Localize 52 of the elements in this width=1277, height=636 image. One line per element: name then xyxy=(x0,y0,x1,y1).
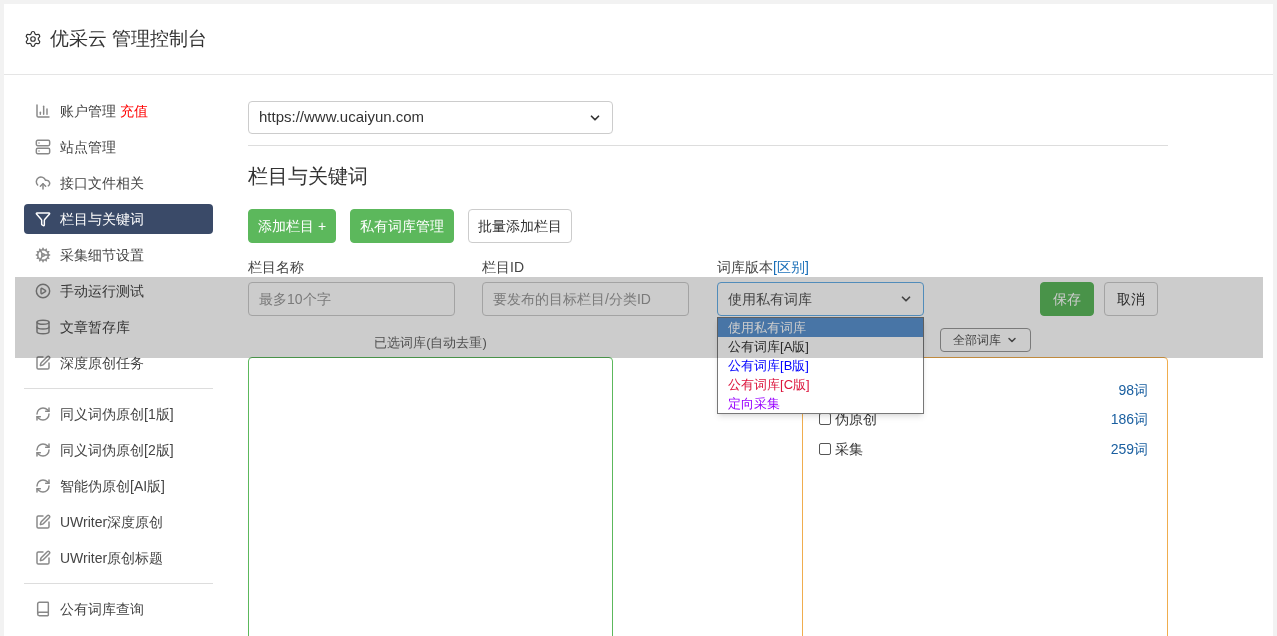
library-filter-select[interactable]: 全部词库 xyxy=(940,328,1031,352)
dropdown-option[interactable]: 公有词库[C版] xyxy=(718,375,924,394)
sidebar-item[interactable]: 接口文件相关 xyxy=(24,168,213,198)
section-heading: 栏目与关键词 xyxy=(248,164,369,189)
input-field[interactable]: 最多10个字 xyxy=(248,282,455,316)
sidebar-item[interactable]: 文章暂存库 xyxy=(24,312,213,342)
field-label: 栏目ID xyxy=(482,258,526,277)
dropdown-option[interactable]: 公有词库[B版] xyxy=(718,356,924,375)
sidebar-item[interactable]: 智能伪原创[AI版] xyxy=(24,471,213,501)
filter-icon xyxy=(35,211,51,227)
play-icon xyxy=(35,283,51,299)
bar-chart-icon xyxy=(35,103,51,119)
input-field[interactable]: 要发布的目标栏目/分类ID xyxy=(482,282,690,316)
recharge-badge[interactable]: 充值 xyxy=(120,100,148,122)
checkbox[interactable] xyxy=(819,443,831,455)
form-button[interactable]: 取消 xyxy=(1104,282,1158,316)
sidebar-item[interactable]: 深度原创任务 xyxy=(24,348,213,378)
version-select[interactable]: 使用私有词库 xyxy=(717,282,925,316)
edit-icon xyxy=(35,550,51,566)
cloud-upload-icon xyxy=(35,175,51,191)
sidebar-item[interactable]: UWriter深度原创 xyxy=(24,507,213,537)
library-name: 采集 xyxy=(835,439,863,459)
app-title: 优采云 管理控制台 xyxy=(50,26,208,51)
word-count: 186词 xyxy=(1110,409,1148,429)
book-icon xyxy=(35,601,51,617)
word-count: 98词 xyxy=(1118,380,1148,400)
refresh-icon xyxy=(35,478,51,494)
sidebar-item[interactable]: 同义词伪原创[2版] xyxy=(24,435,213,465)
difference-link[interactable]: [区别] xyxy=(773,257,809,278)
dropdown-option[interactable]: 公有词库[A版] xyxy=(718,337,924,356)
sidebar-item[interactable]: 同义词伪原创[1版] xyxy=(24,399,213,429)
sidebar-item[interactable]: 采集细节设置 xyxy=(24,240,213,270)
field-label: 词库版本 xyxy=(717,258,774,277)
sidebar-item[interactable]: 账户管理 充值 xyxy=(24,96,213,126)
dropdown-option[interactable]: 定向采集 xyxy=(718,394,924,413)
sidebar-item[interactable]: 栏目与关键词 xyxy=(24,204,213,234)
sidebar-item[interactable]: 站点管理 xyxy=(24,132,213,162)
panel-title: 已选词库(自动去重) xyxy=(374,333,487,352)
refresh-icon xyxy=(35,406,51,422)
sidebar-item[interactable]: 公有词库查询 xyxy=(24,594,213,624)
server-icon xyxy=(35,139,51,155)
word-count: 259词 xyxy=(1110,439,1148,459)
sidebar-item[interactable]: 手动运行测试 xyxy=(24,276,213,306)
edit-icon xyxy=(35,355,51,371)
edit-icon xyxy=(35,514,51,530)
database-icon xyxy=(35,319,51,335)
settings-icon xyxy=(24,30,42,48)
toolbar-button[interactable]: 批量添加栏目 xyxy=(468,209,573,243)
refresh-icon xyxy=(35,442,51,458)
site-select[interactable]: https://www.ucaiyun.com xyxy=(248,101,613,134)
field-label: 栏目名称 xyxy=(248,258,305,277)
sidebar-item[interactable]: UWriter原创标题 xyxy=(24,543,213,573)
